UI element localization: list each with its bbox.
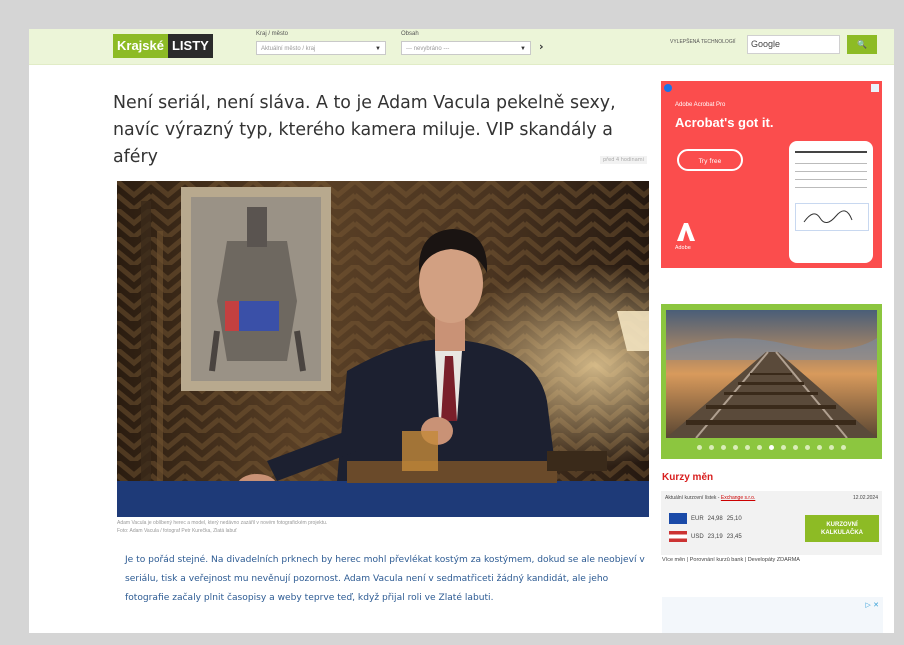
adobe-logo-icon <box>675 221 697 243</box>
caption-line-1: Adam Vacula je oblíbený herec a model, k… <box>117 520 328 526</box>
article-photo[interactable] <box>117 181 649 517</box>
ad-cta-button[interactable]: Try free <box>677 149 743 171</box>
rate-code: EUR <box>691 515 704 522</box>
currency-header: Aktuální kurzovní lístek - Exchange s.r.… <box>665 495 878 501</box>
site-logo[interactable]: Krajské LISTY <box>113 34 213 58</box>
logo-part-1: Krajské <box>113 34 168 58</box>
slider-dot[interactable] <box>709 445 714 450</box>
page: Krajské LISTY Kraj / město Aktuální měst… <box>29 29 894 633</box>
section-select[interactable]: --- nevybráno --- ▼ <box>401 41 531 55</box>
search-icon: 🔍 <box>857 40 867 49</box>
currency-title: Kurzy měn <box>662 472 714 483</box>
currency-footer-links[interactable]: Více měn | Porovnání kurzů bank | Develo… <box>662 557 883 563</box>
currency-header-text: Aktuální kurzovní lístek - <box>665 495 721 501</box>
go-arrow-icon[interactable]: › <box>539 40 544 53</box>
region-select-value: Aktuální město / kraj <box>261 46 316 52</box>
slider-dot[interactable] <box>721 445 726 450</box>
signature-icon <box>803 210 853 223</box>
slider-dot[interactable] <box>769 445 774 450</box>
adobe-ad[interactable]: Adobe Acrobat Pro Acrobat's got it. Try … <box>661 81 882 268</box>
rate-row-eur: EUR 24,98 25,10 <box>669 513 742 524</box>
region-label: Kraj / město <box>256 31 289 37</box>
logo-part-2: LISTY <box>167 34 213 58</box>
eu-flag-icon <box>669 513 687 524</box>
ad-info-icon[interactable] <box>664 84 672 92</box>
caption-line-2: Foto: Adam Vacula / fotograf Petr Kurečk… <box>117 528 237 534</box>
slider-dot[interactable] <box>805 445 810 450</box>
bottom-ad[interactable]: ▷ ✕ <box>662 597 883 633</box>
slider-dot[interactable] <box>817 445 822 450</box>
currency-calculator-button[interactable]: KURZOVNÍ KALKULAČKA <box>805 515 879 542</box>
rate-sell: 23,45 <box>726 533 742 540</box>
google-enhanced-label: VYLEPŠENÁ TECHNOLOGIÍ <box>670 39 736 45</box>
rate-sell: 25,10 <box>726 515 742 522</box>
section-label: Obsah <box>401 31 419 37</box>
slider-dot[interactable] <box>781 445 786 450</box>
us-flag-icon <box>669 531 687 542</box>
article-headline: Není seriál, není sláva. A to je Adam Va… <box>113 93 616 167</box>
rate-buy: 24,98 <box>707 515 723 522</box>
ad-choices-icon[interactable]: ▷ ✕ <box>865 601 879 609</box>
railway-image <box>666 310 877 438</box>
signature-box <box>795 203 869 231</box>
slider-dot[interactable] <box>841 445 846 450</box>
ad-close-icon[interactable] <box>871 84 879 92</box>
slider-dot[interactable] <box>793 445 798 450</box>
top-bar: Krajské LISTY Kraj / město Aktuální měst… <box>29 29 894 65</box>
rate-row-usd: USD 23,19 23,45 <box>669 531 742 542</box>
region-select[interactable]: Aktuální město / kraj ▼ <box>256 41 386 55</box>
slider-dots <box>661 445 882 450</box>
slider-dot[interactable] <box>733 445 738 450</box>
rate-buy: 23,19 <box>707 533 723 540</box>
rate-code: USD <box>691 533 704 540</box>
slider-dot[interactable] <box>745 445 750 450</box>
ad-phone-mockup <box>789 141 873 263</box>
article-perex: Je to pořád stejné. Na divadelních prkne… <box>125 555 645 603</box>
adobe-logo-text: Adobe <box>675 245 691 251</box>
slider-dot[interactable] <box>829 445 834 450</box>
currency-date: 12.02.2024 <box>852 495 878 501</box>
slider-dot[interactable] <box>757 445 762 450</box>
photo-caption: Adam Vacula je oblíbený herec a model, k… <box>117 519 647 535</box>
chevron-down-icon: ▼ <box>520 46 526 52</box>
currency-source-link[interactable]: Exchange s.r.o. <box>721 495 755 501</box>
section-select-value: --- nevybráno --- <box>406 46 450 52</box>
search-button[interactable]: 🔍 <box>847 35 877 54</box>
slider-dot[interactable] <box>697 445 702 450</box>
ad-headline: Acrobat's got it. <box>675 115 774 130</box>
search-input[interactable]: Google <box>747 35 840 54</box>
ad-brand: Adobe Acrobat Pro <box>675 102 726 108</box>
date-badge: před 4 hodinami <box>600 156 648 164</box>
chevron-down-icon: ▼ <box>375 46 381 52</box>
portrait-image <box>117 181 649 517</box>
image-slider[interactable] <box>661 304 882 459</box>
